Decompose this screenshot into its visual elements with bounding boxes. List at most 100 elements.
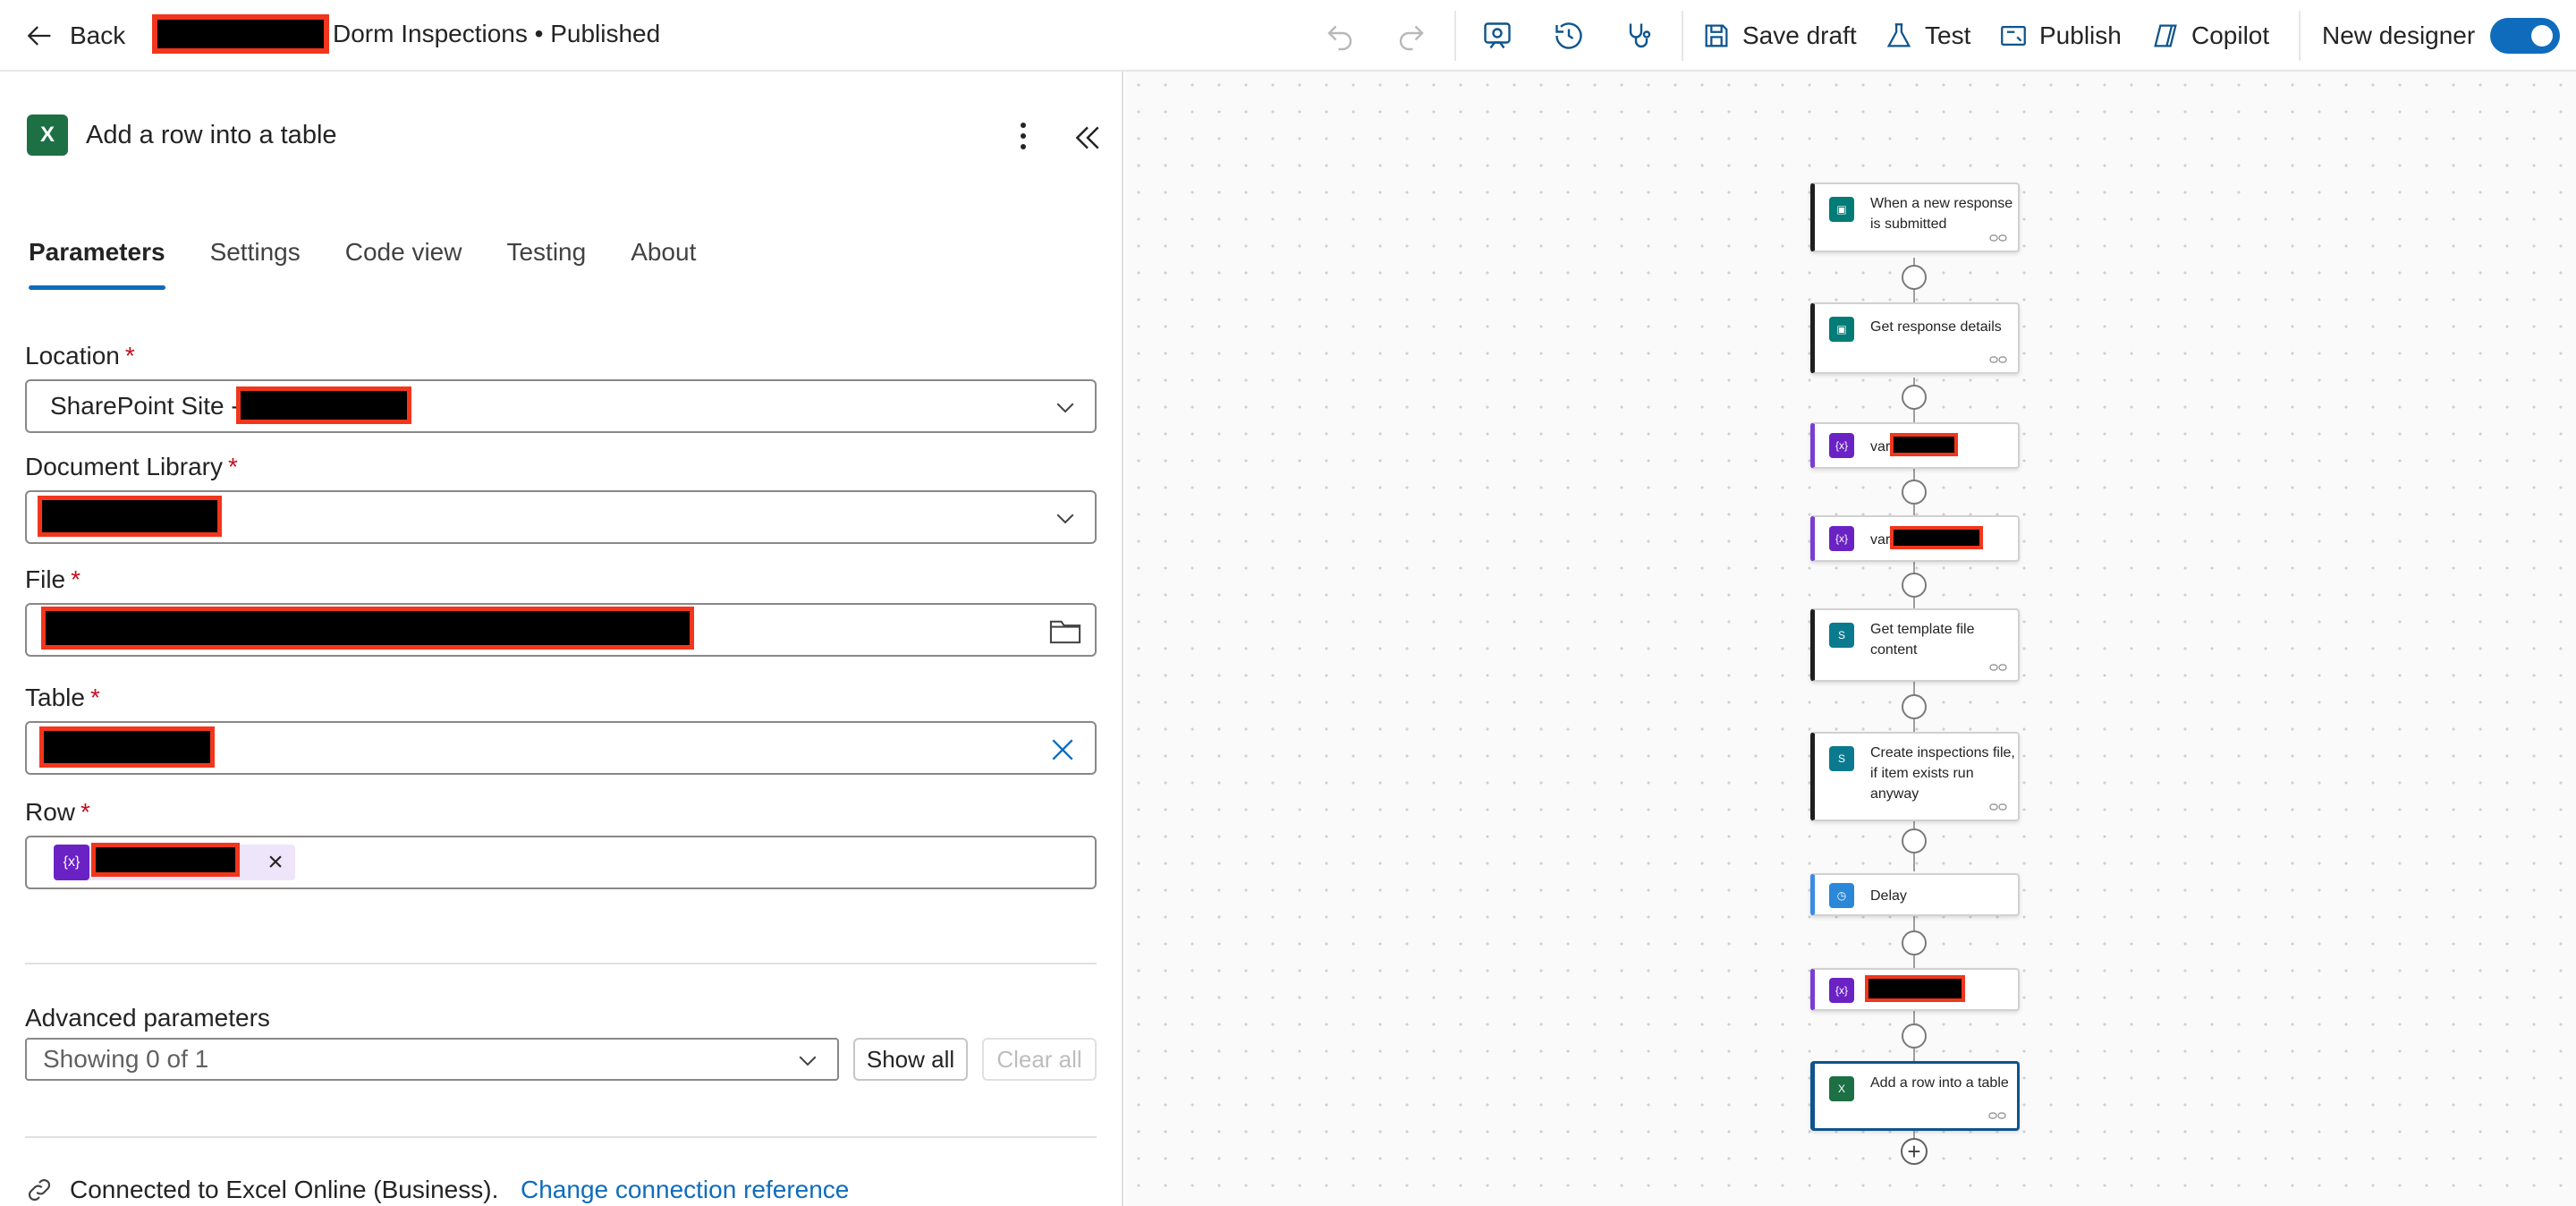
insert-step-connector[interactable] (1902, 265, 1927, 290)
flow-title: Dorm Inspections • Published (333, 20, 661, 47)
back-label: Back (70, 21, 126, 49)
redacted-flow-name (152, 14, 329, 54)
flow-step-variable[interactable]: {x} var (1810, 515, 2020, 562)
link-icon (1989, 234, 2007, 242)
test-label: Test (1925, 21, 1971, 49)
toolbar-separator (2299, 11, 2301, 61)
insert-step-connector[interactable] (1902, 694, 1927, 719)
save-draft-button[interactable]: Save draft (1701, 16, 1857, 55)
remove-token-icon[interactable]: × (261, 848, 290, 877)
redacted-library-name (38, 496, 222, 537)
delay-icon: ◷ (1829, 883, 1854, 908)
row-label: Row * (25, 798, 90, 826)
sharepoint-icon: S (1829, 623, 1854, 648)
clear-all-button[interactable]: Clear all (982, 1038, 1097, 1081)
insert-step-connector[interactable] (1902, 385, 1927, 410)
stethoscope-icon[interactable] (1621, 18, 1657, 54)
redacted-variable-name (1865, 975, 1965, 1002)
document-library-dropdown[interactable] (25, 490, 1097, 544)
history-icon[interactable] (1551, 18, 1587, 54)
sharepoint-icon: S (1829, 746, 1854, 771)
link-icon (1989, 356, 2007, 363)
variable-icon: {x} (1829, 433, 1854, 458)
flow-step-create-file[interactable]: S Create inspections file, if item exist… (1810, 732, 2020, 821)
insert-step-connector[interactable] (1902, 573, 1927, 598)
chevron-down-icon (1056, 403, 1074, 413)
divider (25, 1136, 1097, 1138)
tab-code-view[interactable]: Code view (345, 238, 462, 290)
table-label: Table * (25, 684, 100, 711)
panel-title[interactable]: Add a row into a table (86, 121, 337, 150)
step-label: When a new response is submitted (1870, 196, 2013, 232)
publish-button[interactable]: Publish (1998, 16, 2122, 55)
copilot-icon (2154, 24, 2177, 47)
connection-text: Connected to Excel Online (Business). (70, 1176, 499, 1203)
advanced-parameters-dropdown[interactable]: Showing 0 of 1 (25, 1038, 839, 1081)
location-dropdown[interactable]: SharePoint Site - (25, 379, 1097, 433)
flow-step-delay[interactable]: ◷ Delay (1810, 873, 2020, 916)
forms-icon: ▣ (1829, 317, 1854, 342)
link-icon (1988, 1112, 2006, 1119)
show-all-button[interactable]: Show all (853, 1038, 968, 1081)
change-connection-link[interactable]: Change connection reference (521, 1176, 849, 1204)
tab-testing[interactable]: Testing (506, 238, 586, 290)
flow-checker-icon[interactable] (1479, 18, 1515, 54)
new-designer-label: New designer (2322, 21, 2476, 49)
copilot-button[interactable]: Copilot (2150, 16, 2269, 55)
step-label: Get response details (1870, 319, 2002, 335)
connection-status: Connected to Excel Online (Business). (25, 1176, 498, 1204)
tab-settings[interactable]: Settings (210, 238, 301, 290)
back-button[interactable]: Back (25, 16, 125, 55)
test-button[interactable]: Test (1884, 16, 1970, 55)
table-input[interactable] (25, 721, 1097, 775)
insert-step-connector[interactable] (1902, 930, 1927, 955)
forms-icon: ▣ (1829, 197, 1854, 222)
flow-step-variable[interactable]: {x} var (1810, 422, 2020, 469)
toolbar-separator (1454, 11, 1456, 61)
tab-parameters[interactable]: Parameters (29, 238, 165, 290)
folder-icon[interactable] (1048, 616, 1082, 646)
add-step-plus-icon[interactable]: + (1901, 1138, 1928, 1165)
redacted-variable-name (1890, 526, 1983, 549)
redacted-variable-name (91, 843, 240, 877)
flow-step-variable[interactable]: {x} (1810, 968, 2020, 1011)
copilot-label: Copilot (2191, 21, 2270, 49)
flow-step-get-response[interactable]: ▣ Get response details (1810, 302, 2020, 374)
location-label: Location * (25, 342, 135, 369)
variable-icon: {x} (54, 845, 89, 880)
close-icon[interactable] (1048, 735, 1077, 764)
collapse-panel-icon[interactable] (1070, 120, 1106, 156)
file-input[interactable] (25, 603, 1097, 657)
redacted-site-name (236, 386, 411, 424)
flask-icon (1886, 23, 1911, 47)
arrow-left-icon (27, 26, 51, 46)
insert-step-connector[interactable] (1902, 828, 1927, 854)
flow-step-trigger[interactable]: ▣ When a new response is submitted (1810, 183, 2020, 252)
link-icon (1989, 664, 2007, 671)
divider (25, 963, 1097, 964)
link-icon (28, 1178, 51, 1202)
publish-label: Publish (2039, 21, 2122, 49)
redacted-table-name (39, 726, 215, 768)
tab-about[interactable]: About (631, 238, 696, 290)
redacted-variable-name (1890, 433, 1958, 456)
variable-icon: {x} (1829, 526, 1854, 551)
insert-step-connector[interactable] (1902, 1023, 1927, 1049)
row-input[interactable]: {x} × (25, 836, 1097, 889)
variable-icon: {x} (1829, 978, 1854, 1003)
undo-icon[interactable] (1322, 18, 1358, 54)
advanced-parameters-value: Showing 0 of 1 (43, 1045, 209, 1073)
flow-step-get-template[interactable]: S Get template file content (1810, 608, 2020, 682)
step-label: Create inspections file, if item exists … (1870, 745, 2015, 802)
step-label: Delay (1870, 888, 1907, 904)
redo-icon[interactable] (1394, 18, 1429, 54)
new-designer-toggle[interactable] (2490, 18, 2560, 54)
insert-step-connector[interactable] (1902, 480, 1927, 505)
more-options-icon[interactable] (1007, 118, 1039, 154)
save-icon (1705, 24, 1728, 47)
document-library-label: Document Library * (25, 453, 238, 480)
panel-header: X Add a row into a table (27, 115, 337, 156)
flow-step-add-row[interactable]: X Add a row into a table (1810, 1061, 2020, 1131)
publish-icon (2001, 25, 2026, 47)
location-value: SharePoint Site - (50, 392, 240, 420)
